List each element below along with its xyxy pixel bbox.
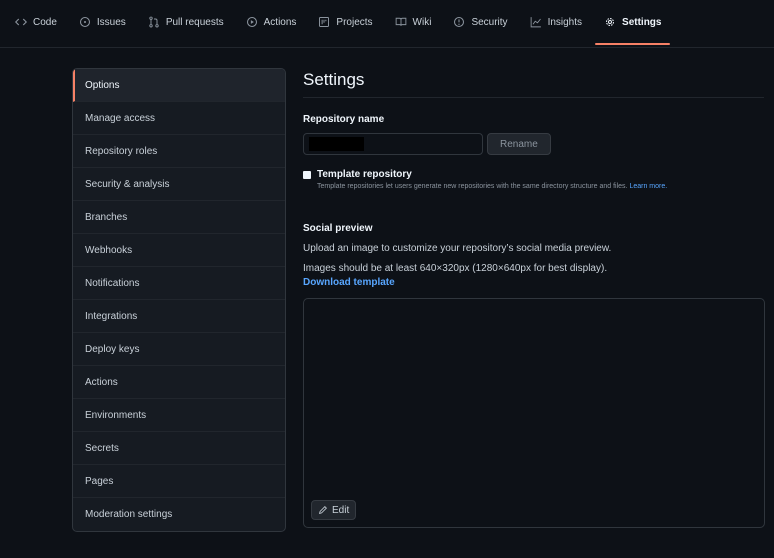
social-preview-title: Social preview — [303, 223, 373, 234]
book-icon — [395, 16, 407, 28]
template-repository-label: Template repository — [317, 169, 412, 180]
sidebar-item-webhooks[interactable]: Webhooks — [73, 234, 285, 267]
tab-pull-requests[interactable]: Pull requests — [137, 0, 235, 48]
sidebar-item-branches[interactable]: Branches — [73, 201, 285, 234]
gear-icon — [604, 16, 616, 28]
tab-projects-label: Projects — [336, 16, 373, 28]
repo-name-input[interactable] — [303, 133, 483, 155]
sidebar-item-options[interactable]: Options — [73, 69, 285, 102]
repo-nav: Code Issues Pull requests Actions Projec… — [0, 0, 774, 48]
tab-settings[interactable]: Settings — [593, 0, 672, 48]
template-repository-checkbox[interactable] — [303, 171, 311, 179]
code-icon — [15, 16, 27, 28]
tab-issues[interactable]: Issues — [68, 0, 137, 48]
social-preview-size-hint: Images should be at least 640×320px (128… — [303, 263, 608, 274]
tab-actions[interactable]: Actions — [235, 0, 308, 48]
sidebar-item-pages[interactable]: Pages — [73, 465, 285, 498]
shield-icon — [453, 16, 465, 28]
project-icon — [318, 16, 330, 28]
tab-projects[interactable]: Projects — [307, 0, 383, 48]
repo-name-label: Repository name — [303, 114, 385, 125]
sidebar-item-repository-roles[interactable]: Repository roles — [73, 135, 285, 168]
tab-settings-label: Settings — [622, 16, 662, 28]
redacted-repo-name — [309, 137, 364, 151]
tab-wiki-label: Wiki — [412, 16, 432, 28]
sidebar-item-integrations[interactable]: Integrations — [73, 300, 285, 333]
sidebar-item-notifications[interactable]: Notifications — [73, 267, 285, 300]
tab-issues-label: Issues — [96, 16, 126, 28]
tab-code[interactable]: Code — [4, 0, 68, 48]
rename-button[interactable]: Rename — [487, 133, 551, 155]
repo-name-row: Rename — [303, 133, 774, 155]
play-icon — [246, 16, 258, 28]
sidebar-item-secrets[interactable]: Secrets — [73, 432, 285, 465]
tab-insights-label: Insights — [547, 16, 583, 28]
social-preview-description: Upload an image to customize your reposi… — [303, 243, 612, 254]
template-repository-description: Template repositories let users generate… — [317, 183, 667, 190]
git-pull-request-icon — [148, 16, 160, 28]
pencil-icon — [319, 506, 327, 514]
edit-button[interactable]: Edit — [311, 500, 357, 520]
social-preview-image: Edit — [303, 298, 765, 528]
tab-wiki[interactable]: Wiki — [384, 0, 443, 48]
issue-opened-icon — [79, 16, 91, 28]
template-description-text: Template repositories let users generate… — [317, 183, 628, 190]
settings-sidebar: Options Manage access Repository roles S… — [72, 68, 286, 532]
settings-main: Settings Repository name Rename Template… — [303, 68, 774, 528]
sidebar-item-actions[interactable]: Actions — [73, 366, 285, 399]
tab-security[interactable]: Security — [442, 0, 518, 48]
template-repository-option: Template repository Template repositorie… — [303, 169, 774, 190]
download-template-link[interactable]: Download template — [303, 277, 774, 288]
tab-code-label: Code — [33, 16, 57, 28]
sidebar-item-deploy-keys[interactable]: Deploy keys — [73, 333, 285, 366]
sidebar-item-manage-access[interactable]: Manage access — [73, 102, 285, 135]
edit-button-label: Edit — [332, 504, 350, 516]
tab-pull-requests-label: Pull requests — [165, 16, 224, 28]
tab-security-label: Security — [471, 16, 508, 28]
learn-more-link[interactable]: Learn more. — [629, 183, 667, 190]
sidebar-item-environments[interactable]: Environments — [73, 399, 285, 432]
tab-insights[interactable]: Insights — [519, 0, 593, 48]
graph-icon — [530, 16, 542, 28]
sidebar-item-security-analysis[interactable]: Security & analysis — [73, 168, 285, 201]
tab-actions-label: Actions — [263, 16, 297, 28]
sidebar-item-moderation-settings[interactable]: Moderation settings — [73, 498, 285, 531]
page-title: Settings — [303, 68, 764, 98]
